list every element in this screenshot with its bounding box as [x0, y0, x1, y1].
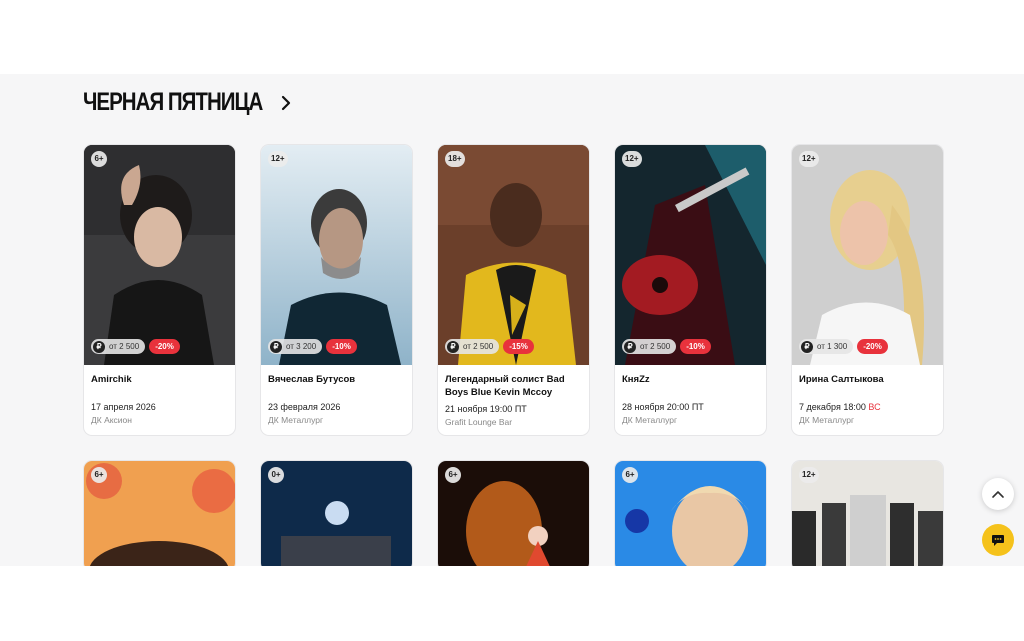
- event-image: [438, 145, 589, 365]
- discount-badge: -20%: [857, 339, 888, 354]
- age-rating-badge: 0+: [268, 467, 284, 483]
- ruble-icon: ₽: [624, 340, 636, 353]
- event-venue: Grafit Lounge Bar: [445, 417, 513, 427]
- event-venue: ДК Аксион: [91, 415, 132, 425]
- ruble-icon: ₽: [270, 340, 282, 353]
- event-card[interactable]: 6+ ₽ от 2 500 -20% Amirchik 17 апреля 202…: [84, 145, 235, 435]
- event-card[interactable]: 12+ ₽ от 2 500 -10% КняZz 28 ноября 20:00…: [615, 145, 766, 435]
- age-rating-badge: 12+: [622, 151, 642, 167]
- event-title: Легендарный солист Bad Boys Blue Kevin M…: [445, 374, 565, 398]
- event-image: [615, 145, 766, 365]
- age-rating-badge: 6+: [91, 151, 107, 167]
- price-badge: ₽ от 2 500: [91, 339, 146, 354]
- scroll-to-top-button[interactable]: [982, 478, 1014, 510]
- event-date: 23 февраля 2026: [268, 402, 341, 412]
- discount-badge: -20%: [149, 339, 180, 354]
- event-date: 21 ноября 19:00 ПТ: [445, 404, 527, 414]
- chevron-up-icon: [992, 491, 1004, 498]
- event-card[interactable]: 0+: [261, 461, 412, 566]
- event-title: Вячеслав Бутусов: [268, 374, 356, 385]
- top-band: [0, 0, 1024, 74]
- price-text: от 2 500: [640, 342, 671, 351]
- event-card[interactable]: 12+ ₽ от 3 200 -10% Вячеслав Бутусов 23 ф…: [261, 145, 412, 435]
- age-rating-badge: 12+: [799, 151, 819, 167]
- event-venue: ДК Металлург: [799, 415, 855, 425]
- ruble-icon: ₽: [801, 340, 813, 353]
- price-text: от 2 500: [463, 342, 494, 351]
- event-date: 28 ноября 20:00 ПТ: [622, 402, 704, 412]
- ruble-icon: ₽: [93, 340, 105, 353]
- price-badge: ₽ от 3 200: [268, 339, 323, 354]
- age-rating-badge: 6+: [91, 467, 107, 483]
- event-title: КняZz: [622, 374, 650, 385]
- event-venue: ДК Металлург: [622, 415, 678, 425]
- event-weekday: ВС: [868, 402, 881, 412]
- chevron-right-icon: [281, 95, 290, 110]
- age-rating-badge: 6+: [622, 467, 638, 483]
- event-card[interactable]: 18+ ₽ от 2 500 -15% Легендарный солист Ba…: [438, 145, 589, 435]
- event-image: [84, 145, 235, 365]
- price-text: от 1 300: [817, 342, 848, 351]
- ruble-icon: ₽: [447, 340, 459, 353]
- price-badge: ₽ от 2 500: [445, 339, 500, 354]
- event-card[interactable]: 6+: [615, 461, 766, 566]
- event-venue: ДК Металлург: [268, 415, 324, 425]
- event-card[interactable]: 12+: [792, 461, 943, 566]
- chat-button[interactable]: [982, 524, 1014, 556]
- section-title: ЧЕРНАЯ ПЯТНИЦА: [83, 88, 263, 116]
- price-text: от 3 200: [286, 342, 317, 351]
- event-title: Amirchik: [91, 374, 132, 385]
- event-card[interactable]: 6+: [438, 461, 589, 566]
- price-badge: ₽ от 1 300: [799, 339, 854, 354]
- event-image: [261, 145, 412, 365]
- age-rating-badge: 18+: [445, 151, 465, 167]
- event-date: 7 декабря 18:00 ВС: [799, 402, 881, 412]
- event-image: [792, 145, 943, 365]
- discount-badge: -15%: [503, 339, 534, 354]
- event-title: Ирина Салтыкова: [799, 374, 884, 385]
- section-heading-link[interactable]: ЧЕРНАЯ ПЯТНИЦА: [83, 88, 292, 117]
- age-rating-badge: 12+: [799, 467, 819, 483]
- price-text: от 2 500: [109, 342, 140, 351]
- event-date: 17 апреля 2026: [91, 402, 156, 412]
- black-friday-section: ЧЕРНАЯ ПЯТНИЦА 6+ ₽ от 2 500 -20% Amirchi…: [0, 74, 1024, 566]
- price-badge: ₽ от 2 500: [622, 339, 677, 354]
- discount-badge: -10%: [680, 339, 711, 354]
- chat-icon: [992, 535, 1004, 546]
- age-rating-badge: 12+: [268, 151, 288, 167]
- age-rating-badge: 6+: [445, 467, 461, 483]
- discount-badge: -10%: [326, 339, 357, 354]
- event-card[interactable]: 6+: [84, 461, 235, 566]
- event-date-text: 7 декабря 18:00: [799, 402, 866, 412]
- event-card[interactable]: 12+ ₽ от 1 300 -20% Ирина Салтыкова 7 дек…: [792, 145, 943, 435]
- bottom-band: [0, 566, 1024, 641]
